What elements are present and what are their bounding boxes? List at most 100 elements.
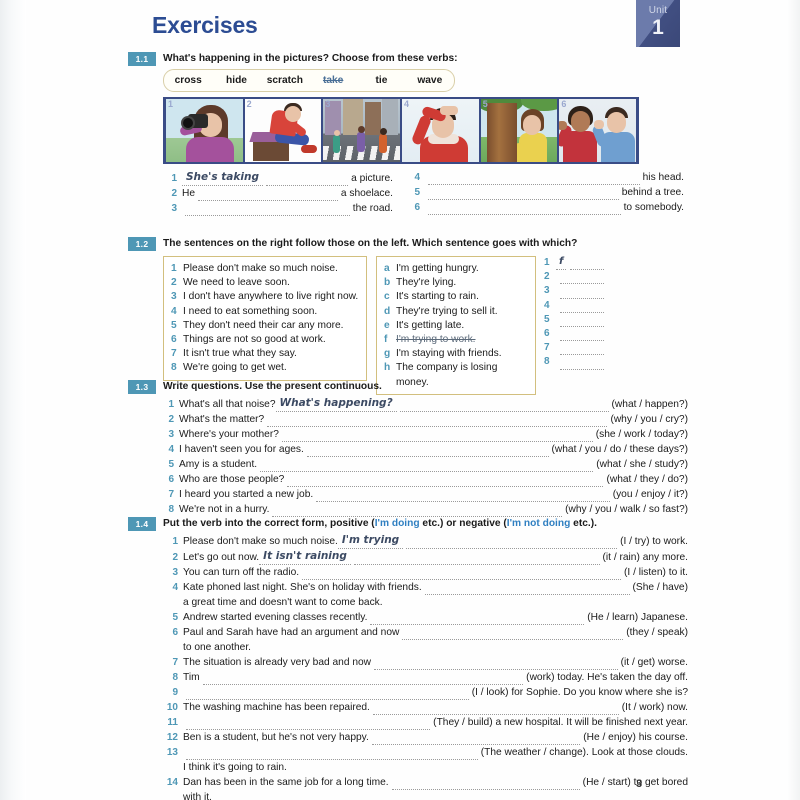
answer-row: 5 behind a tree.: [406, 185, 684, 200]
answer-blank[interactable]: [281, 430, 593, 442]
answer-blank[interactable]: [185, 204, 350, 216]
matching-item-text: We're going to get wet.: [183, 362, 287, 374]
matching-answer-blank[interactable]: [560, 316, 604, 327]
matching-answer-blank[interactable]: [560, 359, 604, 370]
matching-item-text: I don't have anywhere to live right now.: [183, 291, 359, 303]
item-suffix: (He / enjoy) his course.: [583, 732, 688, 743]
answer-blank[interactable]: [265, 174, 349, 186]
answer-blank[interactable]: [186, 688, 469, 700]
answer-row: 3 Where's your mother? (she / work / toda…: [160, 427, 688, 442]
item-number: 7: [172, 657, 178, 668]
picture-4-number: 4: [404, 99, 410, 109]
item-prompt: Please don't make so much noise.: [183, 536, 338, 547]
exercise-1-1: 1.1 What's happening in the pictures? Ch…: [128, 52, 688, 216]
exercise-1-3-number: 1.3: [128, 380, 156, 394]
matching-answer-blank[interactable]: [560, 288, 604, 299]
answer-row: 11 (They / build) a new hospital. It will…: [160, 715, 688, 730]
answer-blank[interactable]: [353, 553, 600, 565]
answer-blank[interactable]: [406, 537, 618, 549]
handwritten-answer: f: [556, 255, 567, 271]
matching-answer-blank[interactable]: [560, 273, 604, 285]
item-number: 6: [172, 627, 178, 638]
unit-number: 1: [652, 16, 664, 39]
item-number: 13: [166, 747, 178, 758]
answer-blank[interactable]: [428, 203, 621, 215]
matching-answer-row: 7: [544, 341, 604, 356]
picture-6-number: 6: [561, 99, 567, 109]
item-suffix: (I / try) to work.: [620, 536, 688, 547]
answer-row: 1 Please don't make so much noise. I'm tr…: [160, 533, 688, 549]
answer-row: 8 Tim (work) today. He's taken the day of…: [160, 670, 688, 685]
answer-blank[interactable]: [374, 658, 618, 670]
exercise-1-1-heading: What's happening in the pictures? Choose…: [163, 53, 458, 64]
answer-blank[interactable]: [302, 568, 622, 580]
matching-answer-blank[interactable]: [560, 302, 604, 313]
answer-blank[interactable]: [399, 400, 609, 412]
matching-item-key: c: [384, 291, 390, 303]
answer-blank[interactable]: [198, 189, 338, 201]
exercise-1-4-heading: Put the verb into the correct form, posi…: [163, 517, 688, 531]
page-edge-shading: [786, 0, 800, 800]
answer-row: 4 his head.: [406, 170, 684, 185]
answer-blank[interactable]: [306, 445, 549, 457]
exercise-1-2: 1.2 The sentences on the right follow th…: [128, 237, 688, 395]
item-prompt: Kate phoned last night. She's on holiday…: [183, 582, 422, 593]
page-title: Exercises: [152, 12, 258, 38]
answer-blank[interactable]: [428, 173, 640, 185]
textbook-page: Unit 1 Exercises 1.1 What's happening in…: [0, 0, 800, 800]
matching-item-text: It isn't true what they say.: [183, 348, 297, 360]
matching-item-text: I'm getting hungry.: [396, 263, 479, 274]
item-number: 3: [168, 429, 174, 440]
matching-answer-row: 2: [544, 270, 604, 285]
matching-item-key: 1: [171, 263, 177, 274]
heading-text-1: Put the verb into the correct form, posi…: [163, 518, 375, 529]
heading-highlight-negative: I'm not doing: [506, 518, 571, 529]
matching-item: 3 I don't have anywhere to live right now…: [171, 290, 359, 304]
item-suffix: (she / work / today?): [595, 429, 688, 440]
item-suffix: (why / you / cry?): [610, 414, 688, 425]
answer-blank[interactable]: [267, 415, 608, 427]
answer-blank[interactable]: [287, 475, 604, 487]
verb-option-tie: tie: [375, 75, 388, 86]
item-prompt: Where's your mother?: [179, 429, 279, 440]
exercise-1-4-items: 1 Please don't make so much noise. I'm tr…: [160, 533, 688, 800]
item-number: 1: [171, 173, 177, 184]
exercise-1-3-heading: Write questions. Use the present continu…: [163, 381, 382, 392]
item-number: 11: [167, 717, 178, 728]
matching-answer-blank[interactable]: [560, 330, 604, 342]
matching-item: d They're trying to sell it.: [384, 305, 528, 319]
item-suffix: (I / look) for Sophie. Do you know where…: [471, 687, 688, 698]
picture-2: 2: [244, 99, 322, 162]
matching-answer-blank[interactable]: [560, 344, 604, 356]
matching-item-key: b: [384, 277, 391, 289]
item-number: 14: [166, 777, 178, 788]
matching-answer-blank[interactable]: [570, 259, 604, 271]
answer-blank[interactable]: [260, 460, 594, 472]
matching-item: e It's getting late.: [384, 319, 528, 333]
answer-blank[interactable]: [391, 778, 580, 790]
item-suffix: (what / she / study?): [596, 459, 688, 470]
handwritten-answer: I'm trying: [337, 533, 404, 549]
exercise-1-2-heading: The sentences on the right follow those …: [163, 238, 578, 249]
item-number: 3: [172, 567, 178, 578]
item-number: 4: [414, 172, 420, 183]
answer-blank[interactable]: [402, 628, 624, 640]
answer-blank[interactable]: [370, 613, 585, 625]
answer-blank[interactable]: [428, 188, 619, 200]
matching-answer-row: 1f: [544, 255, 604, 271]
answer-blank[interactable]: [424, 583, 630, 595]
answer-blank[interactable]: [272, 505, 563, 517]
item-suffix: a shoelace.: [340, 188, 393, 199]
item-suffix: (what / happen?): [611, 399, 688, 410]
answer-blank[interactable]: [186, 748, 478, 760]
answer-blank[interactable]: [371, 733, 581, 745]
matching-answer-number: 2: [544, 271, 550, 283]
answer-blank[interactable]: [186, 718, 431, 730]
matching-item: 5 They don't need their car any more.: [171, 319, 359, 333]
answer-blank[interactable]: [372, 703, 619, 715]
unit-badge: Unit 1: [636, 0, 680, 47]
answer-blank[interactable]: [202, 673, 524, 685]
answer-blank[interactable]: [316, 490, 610, 502]
matching-item: c It's starting to rain.: [384, 290, 528, 304]
matching-item: 8 We're going to get wet.: [171, 361, 359, 375]
